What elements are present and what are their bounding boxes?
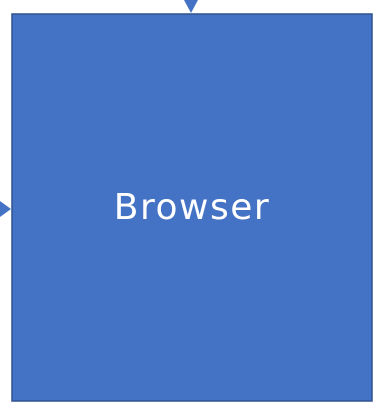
- diagram-canvas: [0, 0, 373, 402]
- incoming-arrow-left: [0, 201, 11, 217]
- browser-node[interactable]: [11, 13, 373, 402]
- incoming-arrow-top: [184, 0, 198, 13]
